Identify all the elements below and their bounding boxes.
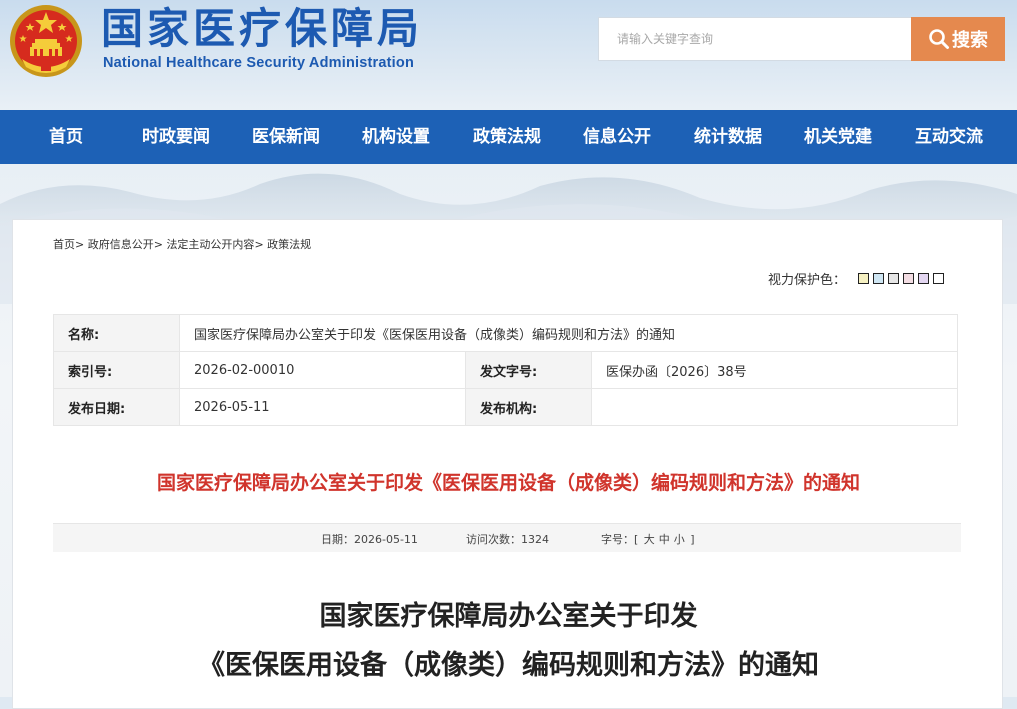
breadcrumb: 首页> 政府信息公开> 法定主动公开内容> 政策法规 (53, 236, 311, 252)
site-header: 国家医疗保障局 National Healthcare Security Adm… (0, 0, 1017, 110)
color-swatch-purple[interactable] (918, 273, 930, 284)
search-input[interactable] (598, 17, 911, 61)
color-swatch-gray[interactable] (888, 273, 900, 284)
font-size-bracket-open: [ (634, 533, 639, 546)
document-title: 国家医疗保障局办公室关于印发《医保医用设备（成像类）编码规则和方法》的通知 (156, 472, 860, 494)
font-size-large-button[interactable]: 大 (644, 533, 655, 546)
font-size-medium-button[interactable]: 中 (659, 533, 670, 546)
nav-item-interaction[interactable]: 互动交流 (915, 110, 983, 164)
article-heading-line-1: 国家医疗保障局办公室关于印发 (319, 601, 698, 632)
info-date-label: 日期： (321, 533, 354, 546)
article-heading-line-2: 《医保医用设备（成像类）编码规则和方法》的通知 (198, 650, 819, 681)
info-visits: 访问次数：1324 (466, 531, 549, 547)
color-swatch-yellow[interactable] (858, 273, 870, 284)
info-date: 日期：2026-05-11 (321, 531, 418, 547)
content-panel: 首页> 政府信息公开> 法定主动公开内容> 政策法规 视力保护色： 名称: 国家… (12, 219, 1003, 709)
site-title-en[interactable]: National Healthcare Security Administrat… (103, 55, 414, 71)
search-button[interactable]: 搜索 (911, 17, 1005, 61)
info-visits-value: 1324 (521, 533, 549, 546)
search-icon (929, 29, 949, 49)
vision-protection: 视力保护色： (768, 269, 945, 288)
color-swatch-white[interactable] (933, 273, 945, 284)
breadcrumb-separator: > (254, 238, 264, 251)
vision-protection-label: 视力保护色： (768, 273, 847, 288)
color-swatch-pink[interactable] (903, 273, 915, 284)
table-row: 索引号: 2026-02-00010 发文字号: 医保办函〔2026〕38号 (53, 351, 959, 389)
nav-item-party-building[interactable]: 机关党建 (804, 110, 872, 164)
search-button-label: 搜索 (952, 30, 988, 51)
info-visits-label: 访问次数： (466, 533, 521, 546)
meta-name-label: 名称: (53, 314, 180, 352)
meta-date-label: 发布日期: (53, 388, 180, 426)
article-heading: 国家医疗保障局办公室关于印发 《医保医用设备（成像类）编码规则和方法》的通知 (13, 592, 1004, 690)
site-title-cn[interactable]: 国家医疗保障局 (101, 2, 423, 56)
nav-item-statistics[interactable]: 统计数据 (694, 110, 762, 164)
table-row: 名称: 国家医疗保障局办公室关于印发《医保医用设备（成像类）编码规则和方法》的通… (53, 314, 959, 352)
color-swatch-blue[interactable] (873, 273, 885, 284)
meta-docno-value: 医保办函〔2026〕38号 (590, 351, 959, 389)
main-nav: 首页 时政要闻 医保新闻 机构设置 政策法规 信息公开 统计数据 机关党建 互动… (0, 110, 1017, 164)
meta-index-label: 索引号: (53, 351, 180, 389)
nav-item-info-disclosure[interactable]: 信息公开 (583, 110, 651, 164)
breadcrumb-policies[interactable]: 政策法规 (267, 238, 311, 251)
nav-item-news[interactable]: 医保新闻 (252, 110, 320, 164)
breadcrumb-gov-info[interactable]: 政府信息公开 (88, 238, 154, 251)
table-row: 发布日期: 2026-05-11 发布机构: (53, 388, 959, 426)
color-swatches (858, 273, 945, 284)
font-size-bracket-close: ] (690, 533, 695, 546)
meta-date-value: 2026-05-11 (179, 388, 466, 426)
document-info-bar: 日期：2026-05-11 访问次数：1324 字号：[ 大中小 ] (53, 523, 961, 552)
meta-org-value (590, 388, 959, 426)
nav-item-policies[interactable]: 政策法规 (473, 110, 541, 164)
meta-org-label: 发布机构: (465, 388, 592, 426)
breadcrumb-statutory[interactable]: 法定主动公开内容 (166, 238, 254, 251)
meta-name-value: 国家医疗保障局办公室关于印发《医保医用设备（成像类）编码规则和方法》的通知 (178, 314, 959, 352)
nav-item-current-affairs[interactable]: 时政要闻 (142, 110, 210, 164)
info-date-value: 2026-05-11 (354, 533, 418, 546)
breadcrumb-separator: > (75, 238, 85, 251)
national-emblem-icon[interactable] (8, 3, 84, 79)
breadcrumb-home[interactable]: 首页 (53, 238, 75, 251)
nav-item-organization[interactable]: 机构设置 (362, 110, 430, 164)
document-metadata-table: 名称: 国家医疗保障局办公室关于印发《医保医用设备（成像类）编码规则和方法》的通… (53, 314, 959, 426)
meta-docno-label: 发文字号: (465, 351, 592, 389)
font-size-label: 字号： (601, 533, 634, 546)
nav-item-home[interactable]: 首页 (49, 110, 83, 164)
breadcrumb-separator: > (153, 238, 163, 251)
meta-index-value: 2026-02-00010 (179, 351, 466, 389)
font-size-small-button[interactable]: 小 (674, 533, 685, 546)
info-font-size: 字号：[ 大中小 ] (601, 531, 695, 547)
